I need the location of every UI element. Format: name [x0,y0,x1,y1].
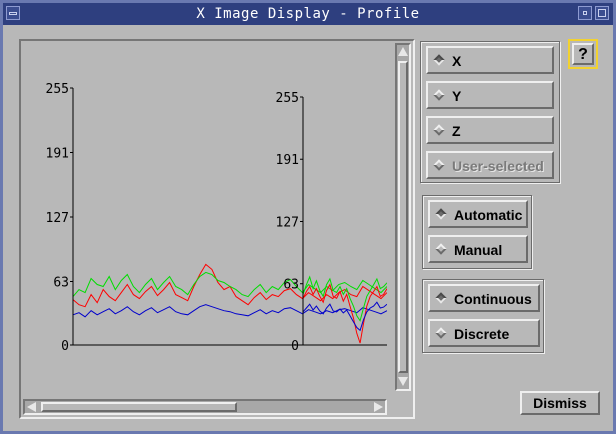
radio-unselected-icon [433,124,445,136]
scroll-right-arrow-icon[interactable] [374,402,383,412]
radio-axis-y[interactable]: Y [426,81,554,109]
y-tick-label: 63 [283,278,299,293]
radio-label: User-selected [452,158,544,174]
radio-axis-x[interactable]: X [426,46,554,74]
vertical-scroll-thumb[interactable] [398,61,408,373]
radio-selected-icon [433,54,445,66]
profile-chart-2: 255 191 127 63 0 [276,91,387,354]
minimize-button[interactable] [578,6,592,20]
series-line-1 [302,283,387,344]
mode-radio-group: Continuous Discrete [422,279,544,353]
scale-radio-group: Automatic Manual [422,195,532,269]
dismiss-button-label: Dismiss [533,395,587,411]
series-line-3 [72,304,387,318]
scroll-down-arrow-icon[interactable] [398,377,408,386]
dismiss-button[interactable]: Dismiss [520,391,600,415]
radio-selected-icon [435,292,447,304]
maximize-button[interactable] [595,6,609,20]
radio-discrete[interactable]: Discrete [428,319,540,347]
maximize-icon [598,9,606,17]
help-button[interactable]: ? [568,39,598,69]
y-tick-label: 191 [276,153,299,168]
window-title: X Image Display - Profile [196,6,420,22]
series-line-3 [302,301,387,332]
radio-label: Continuous [454,291,532,307]
horizontal-scroll-thumb[interactable] [41,402,237,412]
y-tick-label: 255 [276,91,299,106]
radio-unselected-icon [435,327,447,339]
vertical-scrollbar[interactable] [395,43,411,391]
profile-plot-svg: 255 191 127 63 0 255 191 127 63 0 [46,82,387,354]
radio-label: X [452,53,462,69]
title-bar[interactable]: X Image Display - Profile [3,3,613,25]
horizontal-scrollbar[interactable] [23,399,387,415]
y-tick-label: 63 [53,276,69,291]
y-tick-label: 0 [291,339,299,354]
profile-plot-frame: 255 191 127 63 0 255 191 127 63 0 [19,39,415,419]
radio-label: Discrete [454,326,510,342]
radio-unselected-icon [435,243,447,255]
y-tick-label: 191 [46,147,69,162]
radio-label: Automatic [454,207,523,223]
dialog-body: 255 191 127 63 0 255 191 127 63 0 X Y Z … [3,25,613,431]
radio-label: Manual [454,242,503,258]
radio-label: Z [452,123,461,139]
radio-unselected-icon [433,159,445,171]
y-tick-label: 127 [276,215,299,230]
y-tick-label: 127 [46,211,69,226]
profile-plot-canvas: 255 191 127 63 0 255 191 127 63 0 [23,43,387,391]
help-button-label: ? [578,46,588,63]
help-icon: ? [572,43,594,65]
radio-axis-user-selected: User-selected [426,151,554,179]
radio-axis-z[interactable]: Z [426,116,554,144]
radio-manual[interactable]: Manual [428,235,528,263]
profile-chart-1: 255 191 127 63 0 [46,82,387,354]
y-tick-label: 0 [61,339,69,354]
y-tick-label: 255 [46,82,69,97]
series-line-1 [72,263,387,308]
application-window: X Image Display - Profile 255 191 127 63 0 25… [0,0,616,434]
scroll-left-arrow-icon[interactable] [27,402,36,412]
scroll-up-arrow-icon[interactable] [398,47,408,56]
radio-unselected-icon [433,89,445,101]
radio-selected-icon [435,208,447,220]
minimize-icon [583,11,587,15]
radio-continuous[interactable]: Continuous [428,284,540,312]
axis-radio-group: X Y Z User-selected [420,41,560,183]
radio-label: Y [452,88,462,104]
series-line-2 [72,271,387,298]
radio-automatic[interactable]: Automatic [428,200,528,228]
